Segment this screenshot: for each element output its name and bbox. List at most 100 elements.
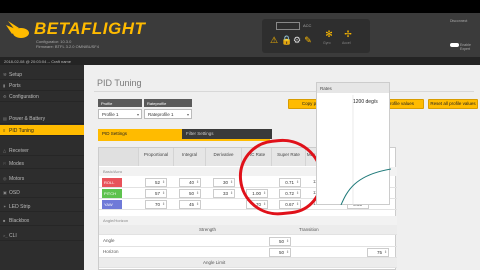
horizon-transition-input[interactable]: 75 ⇕	[367, 248, 389, 257]
angle-limit-row: Angle Limit	[99, 258, 397, 268]
sidebar: ⚒ Setup ▮ Ports ⚙ Configuration ▤ Power & Ba…	[0, 65, 84, 270]
sensor-box-label: ACC	[303, 23, 312, 28]
spinner-icon[interactable]: ⇕	[162, 179, 165, 186]
expert-mode-toggle[interactable]	[450, 43, 459, 47]
axis-label-roll: ROLL	[102, 178, 122, 187]
roll-i-value: 40	[188, 180, 194, 185]
sidebar-item-pid-tuning[interactable]: ≡ PID Tuning	[0, 125, 84, 136]
axis-label-yaw: YAW	[102, 200, 122, 209]
horizon-label: Horizon	[103, 249, 119, 254]
spinner-icon[interactable]: ⇕	[162, 190, 165, 197]
spinner-icon[interactable]: ⇕	[196, 201, 199, 208]
logo-text: BETAFLIGHT	[34, 19, 146, 38]
roll-d-value: 30	[222, 180, 228, 185]
bee-logo-icon	[6, 21, 29, 38]
axis-label-pitch: PITCH	[102, 189, 122, 198]
sidebar-item-configuration[interactable]: ⚙ Configuration	[0, 91, 84, 102]
angle-label: Angle	[103, 238, 115, 243]
sidebar-item-osd[interactable]: ▣ OSD	[0, 187, 84, 198]
sidebar-item-label: OSD	[9, 190, 20, 196]
tab-pid-settings[interactable]: PID Settings	[98, 129, 182, 139]
angle-strength-value: 50	[278, 239, 284, 244]
yaw-p-value: 70	[154, 202, 160, 207]
chevron-down-icon: ▾	[186, 112, 189, 117]
transition-header: Transition	[299, 227, 319, 232]
angle-strength-input[interactable]: 50 ⇕	[269, 237, 291, 246]
sidebar-item-ports[interactable]: ▮ Ports	[0, 80, 84, 91]
sidebar-item-modes[interactable]: ⚐ Modes	[0, 158, 84, 169]
sidebar-item-power[interactable]: ▤ Power & Battery	[0, 113, 84, 124]
yaw-i-input[interactable]: 45 ⇕	[179, 200, 201, 209]
column-header: Proportional	[139, 148, 174, 166]
page-title: PID Tuning	[97, 78, 142, 88]
spinner-icon[interactable]: ⇕	[230, 190, 233, 197]
sidebar-item-label: LED Strip	[9, 204, 31, 210]
spinner-icon[interactable]: ⇕	[286, 238, 289, 245]
angle-header-row: Strength Transition	[99, 225, 397, 235]
spinner-icon[interactable]: ⇕	[196, 190, 199, 197]
tab-filter-settings[interactable]: Filter Settings	[182, 129, 272, 139]
pitch-i-value: 50	[188, 191, 194, 196]
sidebar-item-receiver[interactable]: △ Receiver	[0, 145, 84, 156]
rateprofile-label: Rateprofile	[144, 99, 192, 107]
profile-select[interactable]: Profile 1 ▾	[98, 109, 142, 119]
sidebar-item-label: Receiver	[9, 148, 29, 154]
roll-p-value: 52	[154, 180, 160, 185]
horizon-strength-input[interactable]: 50 ⇕	[269, 248, 291, 257]
sidebar-item-motors[interactable]: ◎ Motors	[0, 173, 84, 184]
top-black-bar	[0, 0, 480, 13]
sidebar-item-setup[interactable]: ⚒ Setup	[0, 69, 84, 80]
lock-icon: 🔒	[281, 35, 293, 45]
column-header: Derivative	[206, 148, 242, 166]
spinner-icon[interactable]: ⇕	[286, 249, 289, 256]
betaflight-logo: BETAFLIGHT Configurator: 10.3.0 Firmware…	[4, 17, 164, 53]
chevron-down-icon: ▾	[136, 112, 139, 117]
rate-curve-graph	[340, 95, 391, 205]
spinner-icon[interactable]: ⇕	[384, 249, 387, 256]
sidebar-item-cli[interactable]: >_CLI	[0, 230, 84, 241]
gyro-icon: ✻	[325, 29, 333, 39]
spinner-icon[interactable]: ⇕	[230, 179, 233, 186]
firmware-version: Firmware: BTFL 3.2.0 OMNIBUSF4	[36, 44, 99, 49]
gear-icon: ⚙	[292, 35, 302, 45]
horizon-transition-value: 75	[376, 250, 382, 255]
version-info: Configurator: 10.3.0 Firmware: BTFL 3.2.…	[36, 39, 99, 49]
status-line: 2018-02-08 @ 20:03:04 -- Craft name	[0, 57, 480, 65]
accel-icon: ✢	[344, 29, 352, 39]
sidebar-item-led-strip[interactable]: ✶ LED Strip	[0, 201, 84, 212]
profile-label: Profile	[98, 99, 142, 107]
horizon-strength-value: 50	[278, 250, 284, 255]
angle-limit-header: Angle Limit	[203, 260, 226, 265]
profile-select-value: Profile 1	[102, 112, 119, 117]
table-corner	[99, 148, 139, 166]
table-row-angle: Angle 50 ⇕	[99, 236, 397, 247]
sidebar-item-label: PID Tuning	[9, 128, 34, 134]
roll-i-input[interactable]: 40 ⇕	[179, 178, 201, 187]
pitch-p-input[interactable]: 57 ⇕	[145, 189, 167, 198]
sidebar-item-label: Setup	[9, 72, 23, 78]
pitch-d-input[interactable]: 33 ⇕	[213, 189, 235, 198]
sidebar-item-blackbox[interactable]: ■ Blackbox	[0, 215, 84, 226]
spinner-icon[interactable]: ⇕	[196, 179, 199, 186]
rateprofile-select-value: Rateprofile 1	[148, 112, 174, 117]
rateprofile-select[interactable]: Rateprofile 1 ▾	[144, 109, 192, 119]
sidebar-item-label: Modes	[9, 161, 25, 167]
roll-p-input[interactable]: 52 ⇕	[145, 178, 167, 187]
roll-d-input[interactable]: 30 ⇕	[213, 178, 235, 187]
pitch-i-input[interactable]: 50 ⇕	[179, 189, 201, 198]
pencil-icon: ✎	[304, 35, 312, 45]
spinner-icon[interactable]: ⇕	[162, 201, 165, 208]
pitch-d-value: 33	[222, 191, 228, 196]
disconnect-label[interactable]: Disconnect	[450, 19, 467, 23]
title-divider	[94, 91, 474, 92]
table-row-horizon: Horizon 50 ⇕ 75 ⇕	[99, 247, 397, 258]
reset-profile-button[interactable]: Reset all profile values	[428, 99, 478, 109]
pitch-p-value: 57	[154, 191, 160, 196]
tab-underline	[98, 139, 270, 141]
sidebar-item-label: Motors	[9, 176, 25, 182]
sidebar-item-label: Ports	[9, 83, 21, 89]
gyro-label: Gyro	[323, 41, 331, 45]
rates-panel-title: Rates	[317, 83, 389, 93]
yaw-p-input[interactable]: 70 ⇕	[145, 200, 167, 209]
section-angle-horizon: Angle/Horizon	[99, 216, 397, 225]
